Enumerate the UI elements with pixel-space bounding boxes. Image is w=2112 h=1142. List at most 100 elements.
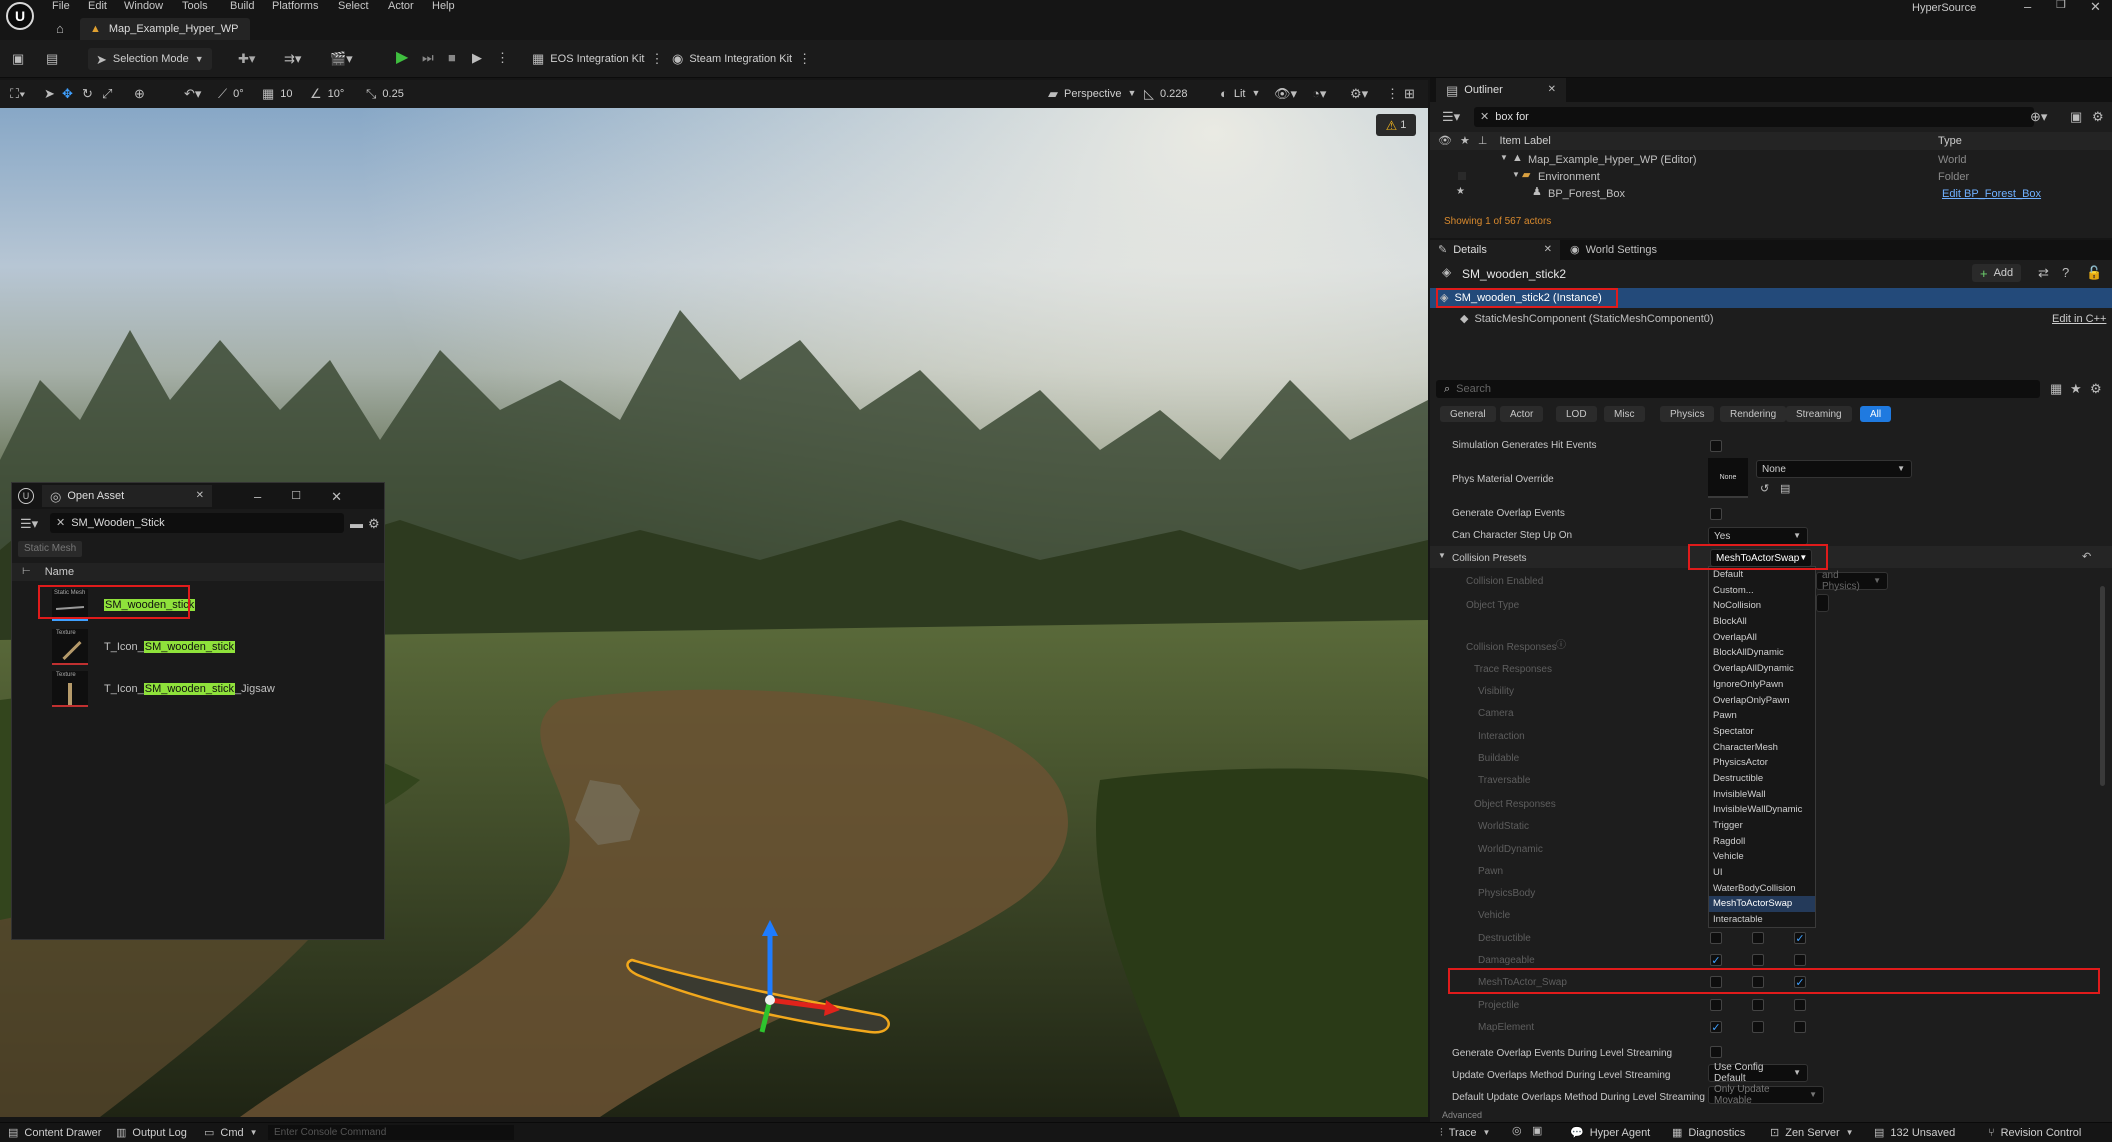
step-icon[interactable]: ⏭ (422, 51, 434, 64)
hyper-agent-button[interactable]: 💬 Hyper Agent (1570, 1127, 1650, 1139)
menu-file[interactable]: File (52, 0, 70, 12)
settings-icon[interactable]: ⚙ (368, 517, 380, 530)
preset-option[interactable]: InvisibleWallDynamic (1709, 802, 1815, 818)
category-lod[interactable]: LOD (1556, 406, 1597, 422)
response-checkbox[interactable] (1752, 999, 1764, 1011)
surface-snap-icon[interactable]: ↶▾ (184, 87, 201, 100)
category-physics[interactable]: Physics (1660, 406, 1715, 422)
preset-option[interactable]: UI (1709, 865, 1815, 881)
layout-icon[interactable]: ⊞ (1404, 87, 1415, 100)
preset-option[interactable]: MeshToActorSwap (1709, 896, 1815, 913)
show-flags-icon[interactable]: 👁▾ (1274, 87, 1297, 100)
steam-integration-button[interactable]: ◉ Steam Integration Kit ⋮ (672, 52, 811, 65)
angle-snap-control[interactable]: ⟋ 0° (218, 87, 244, 100)
cmd-button[interactable]: ▭ Cmd ▼ (204, 1127, 258, 1139)
play-icon[interactable]: ▶ (396, 50, 408, 66)
category-all[interactable]: All (1860, 406, 1892, 422)
menu-window[interactable]: Window (124, 0, 163, 12)
response-checkbox[interactable] (1752, 1021, 1764, 1033)
launch-icon[interactable]: ▶ (472, 51, 482, 64)
preset-option[interactable]: PhysicsActor (1709, 755, 1815, 771)
add-actor-icon[interactable]: ✚▾ (238, 52, 255, 65)
revision-control-button[interactable]: ⑂ Revision Control (1988, 1127, 2081, 1139)
console-input[interactable]: Enter Console Command (268, 1125, 514, 1140)
instance-row[interactable]: ◈ SM_wooden_stick2 (Instance) (1430, 288, 2112, 308)
warnings-badge[interactable]: ⚠ 1 (1376, 114, 1416, 136)
more-icon[interactable]: ⋮ (1386, 87, 1399, 100)
cinematics-icon[interactable]: 🎬▾ (330, 52, 353, 65)
sim-hit-checkbox[interactable] (1710, 440, 1722, 452)
clear-search-icon[interactable]: ✕ (1480, 111, 1489, 123)
outliner-row[interactable]: ★ ♟ BP_Forest_Box Edit BP_Forest_Box (1430, 186, 2112, 203)
preset-option[interactable]: Ragdoll (1709, 834, 1815, 850)
transform-mode-icon[interactable]: ⛶▾ (10, 87, 25, 100)
select-icon[interactable]: ➤ (44, 87, 55, 100)
details-search-input[interactable]: ⌕ Search (1436, 380, 2040, 398)
asset-row[interactable]: Static Mesh SM_wooden_stick (36, 585, 380, 623)
collision-presets-dropdown[interactable]: MeshToActorSwap ▼ (1710, 549, 1812, 567)
menu-build[interactable]: Build (230, 0, 254, 12)
category-general[interactable]: General (1440, 406, 1496, 422)
static-mesh-filter-chip[interactable]: Static Mesh (18, 541, 83, 557)
settings-icon[interactable]: ⚙ (2090, 382, 2102, 395)
asset-search-input[interactable]: ✕ SM_Wooden_Stick (50, 513, 344, 533)
phys-material-thumbnail[interactable]: None (1708, 458, 1748, 498)
grid-snap-control[interactable]: ▦ 10 (262, 87, 293, 100)
outliner-search-input[interactable]: ✕ box for (1474, 107, 2034, 127)
content-browser-icon[interactable]: ▤ (46, 52, 58, 65)
menu-tools[interactable]: Tools (182, 0, 208, 12)
settings-icon[interactable]: ⚙▾ (1350, 87, 1368, 100)
view-mode-button[interactable]: ◐ Lit ▼ (1220, 87, 1260, 100)
snapshot-icon[interactable]: ▣ (1532, 1126, 1542, 1137)
response-checkbox[interactable]: ✓ (1710, 954, 1722, 967)
menu-help[interactable]: Help (432, 0, 455, 12)
minimize-icon[interactable]: – (2024, 0, 2031, 13)
world-settings-tab[interactable]: ◉ World Settings (1560, 240, 1667, 260)
help-icon[interactable]: ⓘ (1556, 641, 1566, 651)
preset-option[interactable]: Interactable (1709, 912, 1815, 928)
menu-platforms[interactable]: Platforms (272, 0, 318, 12)
eos-integration-button[interactable]: ▦ EOS Integration Kit ⋮ (532, 52, 663, 65)
output-log-button[interactable]: ▥ Output Log (116, 1127, 187, 1139)
visibility-toggle[interactable] (1458, 172, 1466, 180)
response-checkbox[interactable] (1752, 976, 1764, 988)
category-misc[interactable]: Misc (1604, 406, 1645, 422)
close-icon[interactable]: ✕ (331, 490, 342, 503)
performance-icon[interactable]: ◔▾ (1312, 87, 1326, 100)
filter-icon[interactable]: ☰▾ (1442, 110, 1460, 123)
preset-option[interactable]: NoCollision (1709, 598, 1815, 614)
preset-option[interactable]: Destructible (1709, 771, 1815, 787)
object-type-dropdown[interactable] (1816, 594, 1829, 612)
restore-icon[interactable]: ❐ (2056, 0, 2066, 11)
outliner-row[interactable]: ▼ ▲ Map_Example_Hyper_WP (Editor) World (1430, 152, 2112, 169)
category-streaming[interactable]: Streaming (1786, 406, 1852, 422)
settings-icon[interactable]: ⚙ (2092, 110, 2104, 123)
response-checkbox[interactable] (1794, 999, 1806, 1011)
reset-arrow-icon[interactable]: ↺ (1760, 484, 1769, 495)
open-asset-tab[interactable]: ◎ Open Asset ✕ (42, 485, 212, 507)
preset-option[interactable]: WaterBodyCollision (1709, 881, 1815, 897)
preset-option[interactable]: Spectator (1709, 724, 1815, 740)
add-component-button[interactable]: + Add (1972, 264, 2022, 282)
preset-option[interactable]: CharacterMesh (1709, 740, 1815, 756)
response-checkbox[interactable]: ✓ (1794, 976, 1806, 989)
collapse-icon[interactable]: ▼ (1500, 154, 1508, 162)
collapse-icon[interactable]: ▼ (1438, 552, 1446, 560)
overlap-streaming-checkbox[interactable] (1710, 1046, 1722, 1058)
preset-option[interactable]: BlockAllDynamic (1709, 645, 1815, 661)
details-scrollbar[interactable] (2100, 586, 2105, 786)
maximize-icon[interactable]: ☐ (291, 490, 301, 502)
zen-server-button[interactable]: ⊡ Zen Server ▼ (1770, 1127, 1854, 1139)
update-overlaps-dropdown[interactable]: Use Config Default ▼ (1708, 1062, 1808, 1084)
preset-option[interactable]: Custom... (1709, 583, 1815, 599)
collision-enabled-dropdown[interactable]: and Physics) ▼ (1816, 570, 1888, 592)
response-checkbox[interactable] (1710, 932, 1722, 944)
table-view-icon[interactable]: ▦ (2050, 382, 2062, 395)
preset-option[interactable]: Pawn (1709, 708, 1815, 724)
camera-icon[interactable]: ▣ (2070, 110, 2082, 123)
default-update-dropdown[interactable]: Only Update Movable ▼ (1708, 1084, 1824, 1106)
component-row[interactable]: ◆ StaticMeshComponent (StaticMeshCompone… (1430, 310, 2112, 328)
help-icon[interactable]: ? (2062, 266, 2069, 279)
menu-actor[interactable]: Actor (388, 0, 414, 12)
response-checkbox[interactable] (1710, 999, 1722, 1011)
